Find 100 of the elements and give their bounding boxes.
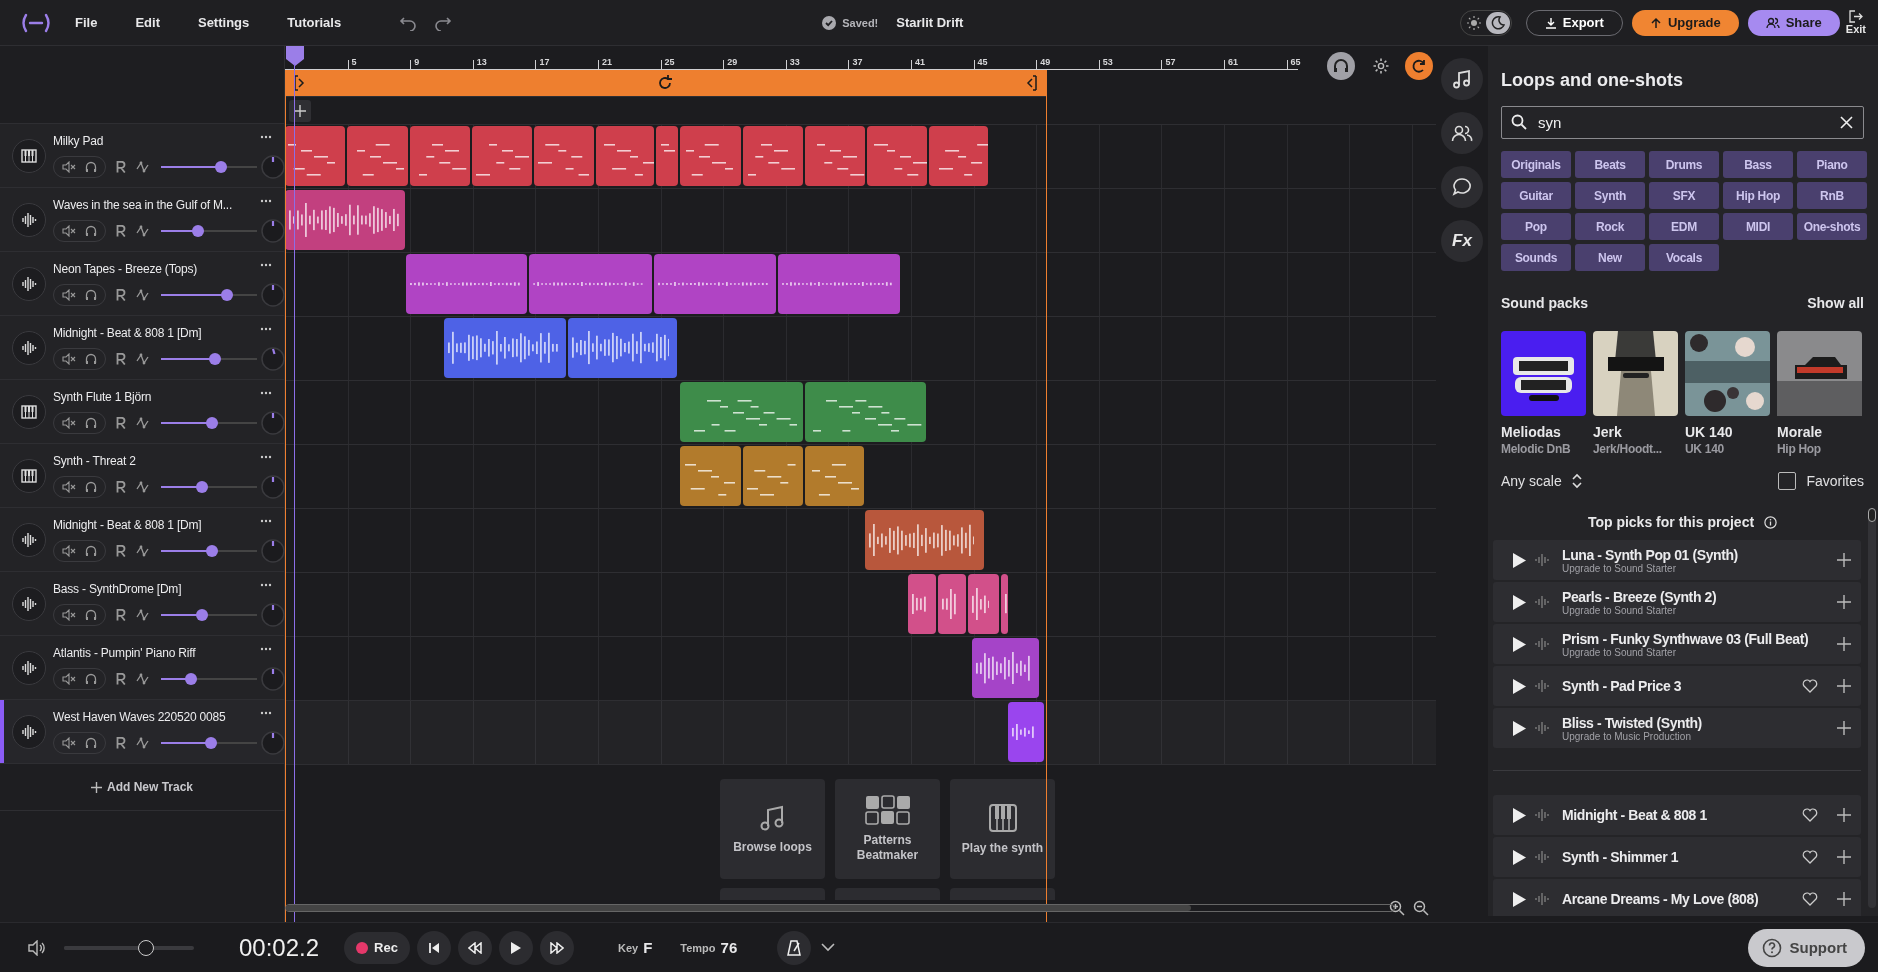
loop-item[interactable]: Synth - Pad Price 3 [1493, 666, 1861, 706]
menu-item[interactable]: Edit [135, 15, 160, 30]
track-header[interactable]: Neon Tapes - Breeze (Tops) [0, 252, 284, 316]
category-tag[interactable]: Sounds [1501, 244, 1571, 271]
category-tag[interactable]: Guitar [1501, 182, 1571, 209]
loop-title: Synth - Pad Price 3 [1562, 678, 1683, 694]
pack-genre: Jerk/Hoodt... [1593, 442, 1663, 456]
category-tag[interactable]: Hip Hop [1723, 182, 1793, 209]
track-name: Milky Pad [53, 134, 104, 148]
track-header[interactable]: West Haven Waves 220520 0085 [0, 700, 284, 764]
bar-number: 61 [1228, 57, 1238, 67]
category-tag[interactable]: RnB [1797, 182, 1867, 209]
card-label: Browse loops [733, 839, 812, 855]
category-tag[interactable]: Bass [1723, 151, 1793, 178]
track-name: Midnight - Beat & 808 1 [Dm] [53, 326, 202, 340]
category-tag[interactable]: MIDI [1723, 213, 1793, 240]
loop-item[interactable]: Pearls - Breeze (Synth 2) Upgrade to Sound Starter [1493, 582, 1861, 622]
loop-item[interactable]: Bliss - Twisted (Synth) Upgrade to Music Production [1493, 708, 1861, 748]
upgrade-note: Upgrade to Sound Starter [1562, 604, 1676, 616]
bar-number: 45 [977, 57, 988, 67]
category-tag[interactable]: EDM [1649, 213, 1719, 240]
menu-item[interactable]: Tutorials [287, 15, 342, 30]
pack-genre: Melodic DnB [1501, 442, 1572, 456]
bar-number: 53 [1102, 57, 1113, 67]
menu-item[interactable]: File [75, 15, 98, 30]
track-name: Synth Flute 1 Björn [53, 390, 152, 404]
loop-title: Bliss - Twisted (Synth) [1562, 714, 1703, 731]
bar-number: 41 [915, 57, 925, 67]
loop-title: Midnight - Beat & 808 1 [1562, 807, 1708, 823]
category-tag[interactable]: Piano [1797, 151, 1867, 178]
loop-item[interactable]: Arcane Dreams - My Love (808) [1493, 879, 1861, 916]
loop-title: Synth - Shimmer 1 [1562, 849, 1680, 865]
track-header[interactable]: Atlantis - Pumpin' Piano Riff [0, 636, 284, 700]
section-heading: Top picks for this project [1587, 514, 1755, 530]
patterns-card[interactable]: Patterns Beatmaker [835, 779, 940, 879]
scale-dropdown[interactable]: Any scale [1501, 473, 1582, 489]
category-tag[interactable]: SFX [1649, 182, 1719, 209]
tempo-value[interactable]: 76 [720, 939, 738, 956]
time-display: 00:02.2 [239, 933, 320, 962]
pack-genre: UK 140 [1685, 442, 1725, 456]
category-tag[interactable]: One-shots [1797, 213, 1867, 240]
track-name: Waves in the sea in the Gulf of M... [53, 198, 233, 212]
bar-number: 57 [1165, 57, 1176, 67]
track-header[interactable]: Bass - SynthDrome [Dm] [0, 572, 284, 636]
loops-card[interactable]: Browse loops [720, 779, 825, 879]
search-field[interactable]: syn [1501, 106, 1864, 139]
category-tag[interactable]: New [1575, 244, 1645, 271]
pack-name: UK 140 [1685, 424, 1734, 440]
loop-title: Luna - Synth Pop 01 (Synth) [1562, 546, 1739, 563]
menu-item[interactable]: Settings [197, 15, 250, 30]
bar-number: 17 [539, 57, 550, 67]
loop-title: Arcane Dreams - My Love (808) [1562, 891, 1760, 907]
record-button[interactable]: Rec [344, 931, 410, 964]
bar-number: 5 [351, 57, 357, 67]
track-header[interactable]: Milky Pad [0, 124, 284, 188]
loop-item[interactable]: Synth - Shimmer 1 [1493, 837, 1861, 877]
save-status: Saved! [842, 16, 879, 29]
pack-name: Morale [1777, 424, 1824, 440]
key-value[interactable]: F [643, 939, 653, 956]
track-name: West Haven Waves 220520 0085 [53, 710, 226, 724]
category-tag[interactable]: Drums [1649, 151, 1719, 178]
show-all-link[interactable]: Show all [1807, 295, 1864, 311]
loop-item[interactable]: Luna - Synth Pop 01 (Synth) Upgrade to Sound Starter [1493, 540, 1861, 580]
upgrade-note: Upgrade to Music Production [1562, 730, 1691, 742]
loop-item[interactable]: Midnight - Beat & 808 1 [1493, 795, 1861, 835]
add-track-button[interactable]: Add New Track [85, 779, 199, 795]
track-name: Bass - SynthDrome [Dm] [53, 582, 182, 596]
panel-title: Loops and one-shots [1501, 70, 1684, 91]
loop-title: Prism - Funky Synthwave 03 (Full Beat) [1562, 630, 1810, 647]
category-tag[interactable]: Vocals [1649, 244, 1719, 271]
category-tag[interactable]: Originals [1501, 151, 1571, 178]
tempo-label: Tempo [680, 941, 716, 954]
track-header[interactable]: Synth Flute 1 Björn [0, 380, 284, 444]
category-tag[interactable]: Synth [1575, 182, 1645, 209]
bar-number: 25 [664, 57, 675, 67]
card-label: Play the synth [961, 840, 1044, 856]
track-header[interactable]: Waves in the sea in the Gulf of M... [0, 188, 284, 252]
upgrade-note: Upgrade to Sound Starter [1562, 646, 1676, 658]
share-button[interactable]: Share [1747, 9, 1840, 36]
exit-button[interactable]: Exit [1845, 10, 1866, 35]
project-title[interactable]: Starlit Drift [896, 15, 964, 30]
track-header[interactable]: Midnight - Beat & 808 1 [Dm] [0, 316, 284, 380]
pack-name: Jerk [1593, 424, 1623, 440]
loop-item[interactable]: Prism - Funky Synthwave 03 (Full Beat) Upgrade to Sound Starter [1493, 624, 1861, 664]
synth-card[interactable]: Play the synth [950, 779, 1055, 879]
track-header[interactable]: Midnight - Beat & 808 1 [Dm] [0, 508, 284, 572]
bar-number: 13 [476, 57, 487, 67]
track-name: Atlantis - Pumpin' Piano Riff [53, 646, 196, 660]
support-button[interactable]: Support [1747, 928, 1865, 967]
track-name: Midnight - Beat & 808 1 [Dm] [53, 518, 202, 532]
category-tag[interactable]: Rock [1575, 213, 1645, 240]
category-tag[interactable]: Pop [1501, 213, 1571, 240]
bar-number: 9 [414, 57, 420, 67]
bar-number: 29 [727, 57, 738, 67]
pack-genre: Hip Hop [1777, 442, 1822, 456]
upgrade-button[interactable]: Upgrade [1631, 9, 1739, 36]
card-label: Patterns Beatmaker [855, 833, 920, 863]
category-tag[interactable]: Beats [1575, 151, 1645, 178]
effects-button[interactable]: Fx [1441, 220, 1483, 262]
track-header[interactable]: Synth - Threat 2 [0, 444, 284, 508]
